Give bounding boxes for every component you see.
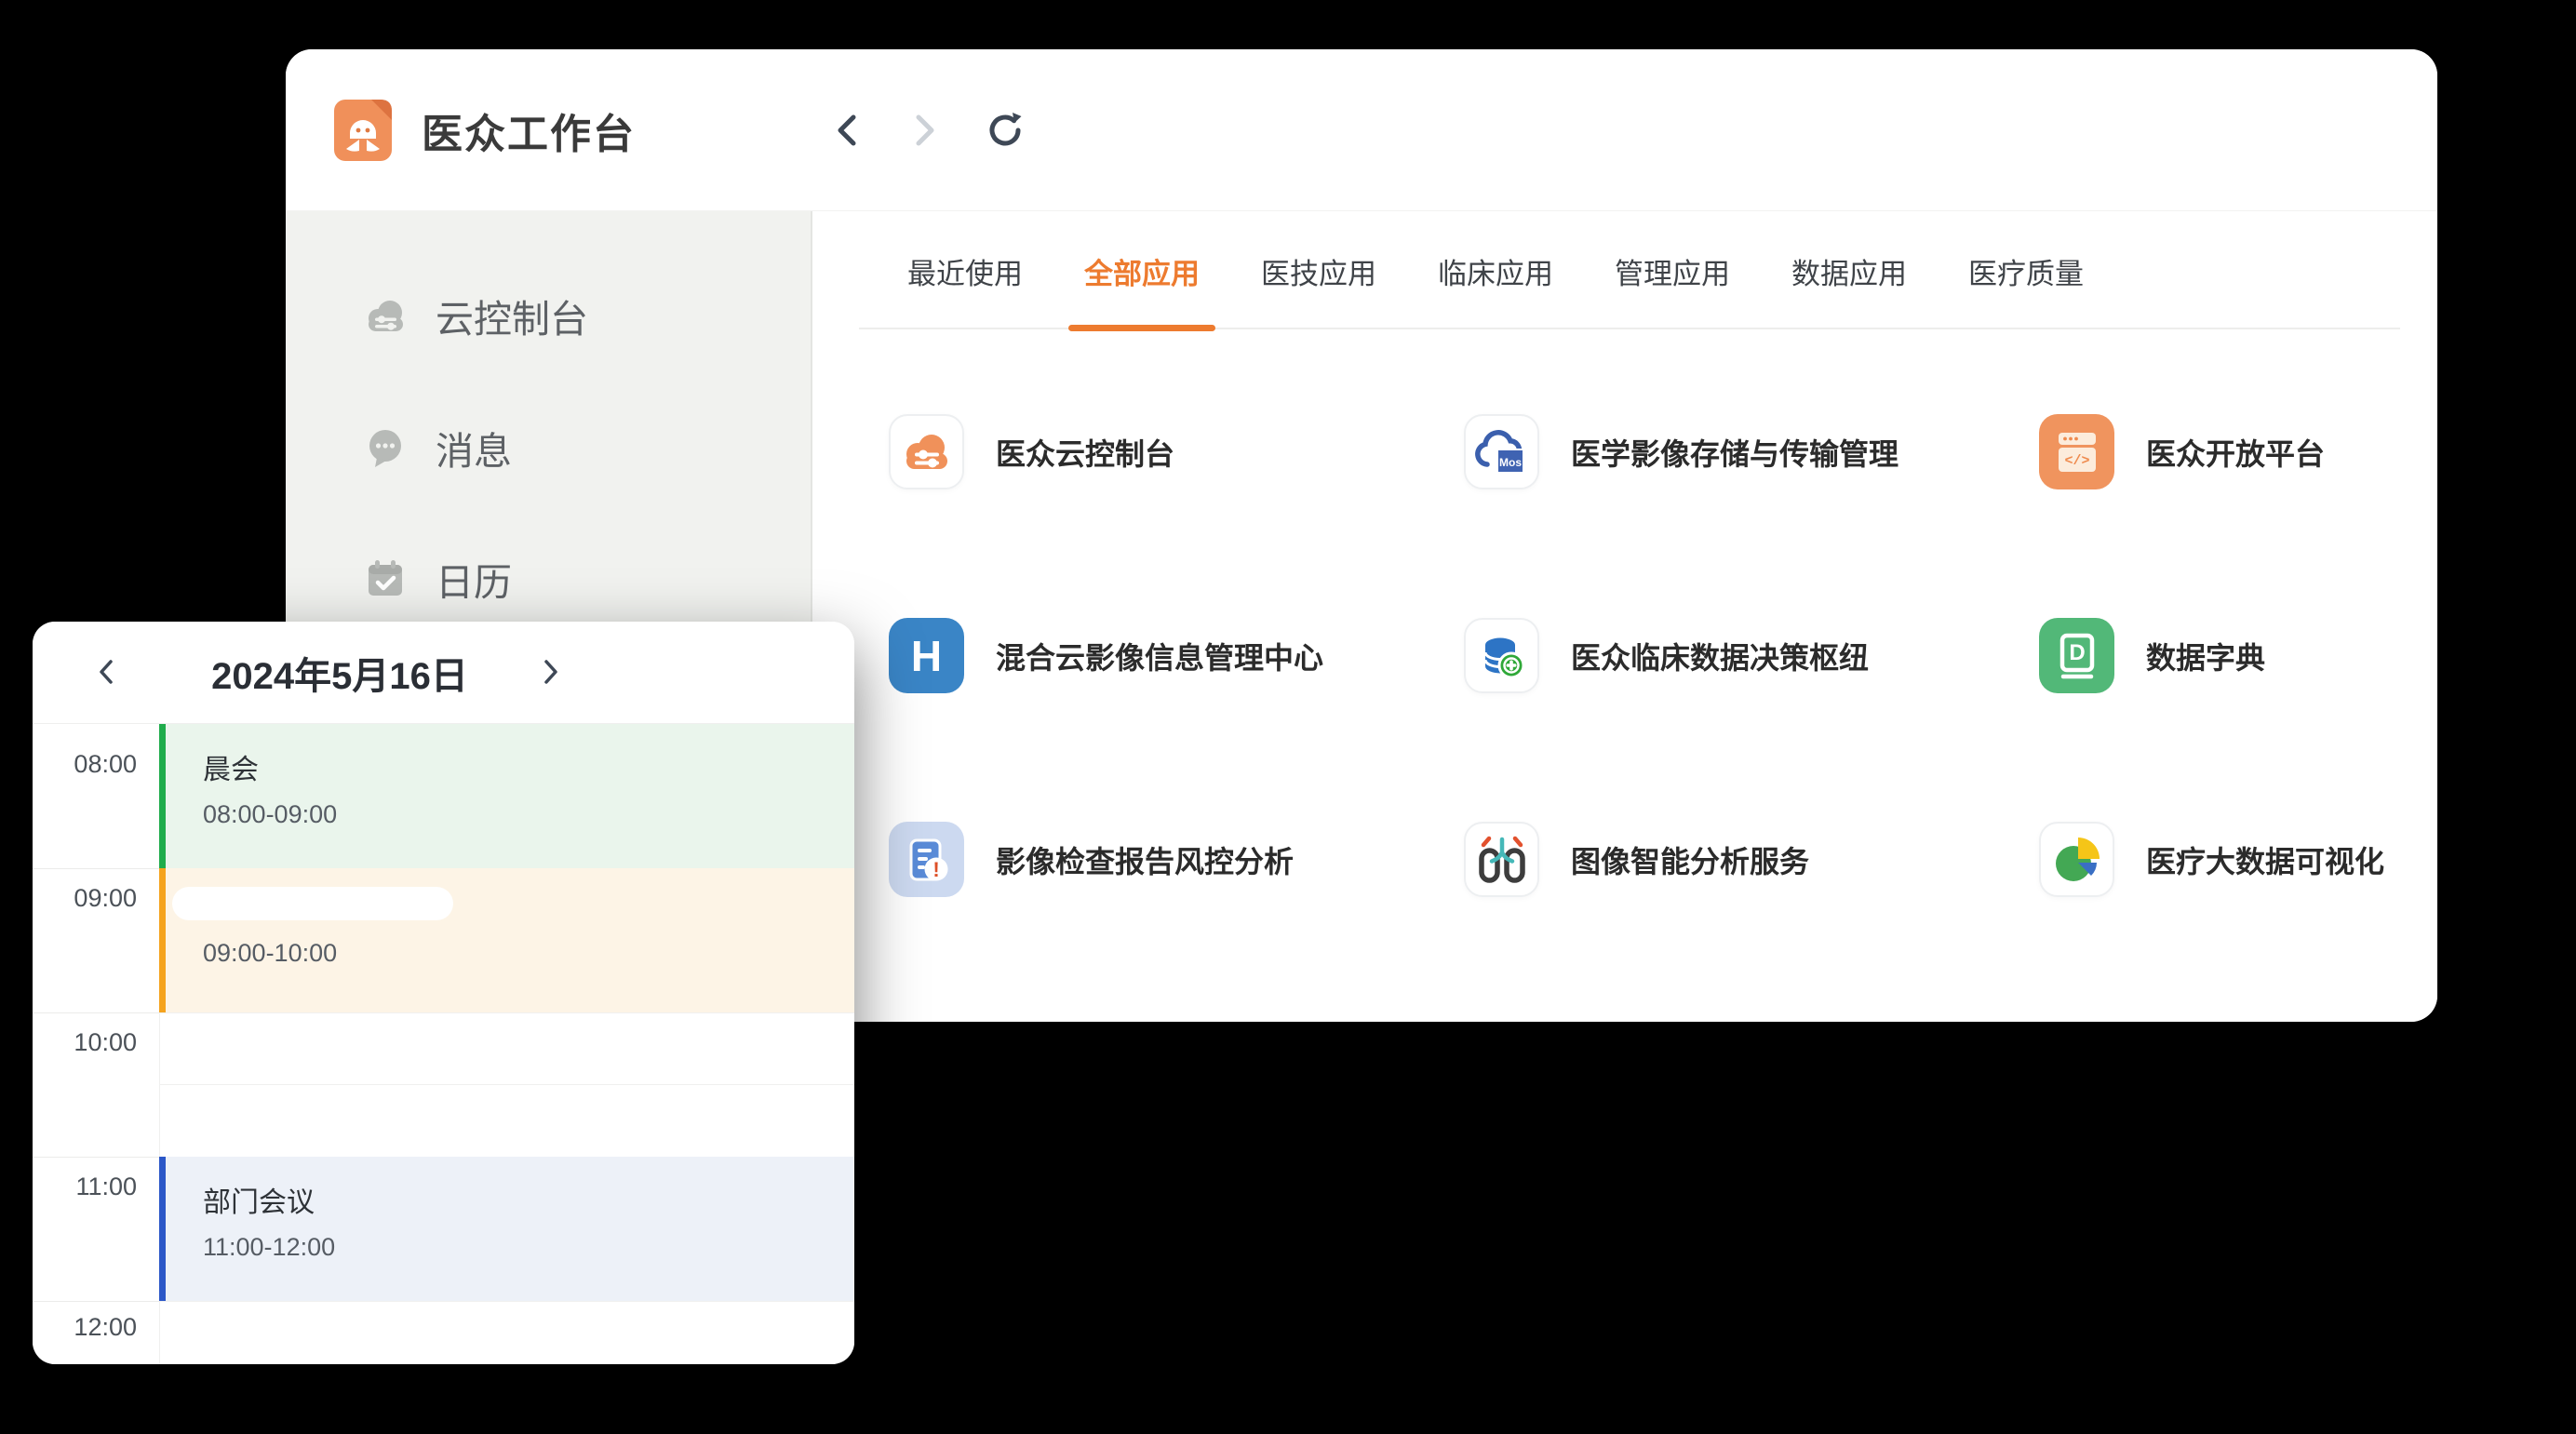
app-label: 医众云控制台 [996,431,1174,474]
app-data-dictionary[interactable]: D 数据字典 [2039,618,2384,693]
sidebar-item-label: 日历 [436,551,512,607]
calendar-check-icon [363,556,408,601]
cloud-storage-icon: Mos [1464,414,1539,489]
h-glyph: H [911,631,942,681]
app-image-ai-analysis[interactable]: 图像智能分析服务 [1464,822,2039,897]
hour-gridline [33,1157,159,1158]
pie-chart-icon [2039,822,2114,897]
app-label: 医众开放平台 [2146,431,2325,474]
app-logo-icon [334,100,392,161]
active-tab-underline [1068,325,1215,331]
calendar-event-morning-meeting[interactable]: 晨会 08:00-09:00 [159,724,854,868]
hour-label: 12:00 [33,1313,159,1342]
event-time: 11:00-12:00 [203,1233,854,1262]
code-window-icon: </> [2039,414,2114,489]
svg-text:</>: </> [2064,453,2089,469]
hour-label: 08:00 [33,750,159,779]
sidebar-item-cloud-console[interactable]: 云控制台 [363,287,588,344]
calendar-header: 2024年5月16日 [33,622,854,723]
event-title: 部门会议 [203,1179,854,1220]
calendar-next-button[interactable] [533,655,567,689]
app-label: 医众临床数据决策枢纽 [1571,635,1869,677]
app-label: 医疗大数据可视化 [2146,838,2384,881]
app-imaging-storage[interactable]: Mos 医学影像存储与传输管理 [1464,414,2039,489]
dictionary-book-icon: D [2039,618,2114,693]
tab-medical-quality[interactable]: 医疗质量 [1959,211,2093,331]
nav-forward-button[interactable] [902,109,945,152]
message-bubble-icon [363,425,408,470]
letter-h-icon: H [889,618,964,693]
hour-gridline [33,1012,159,1013]
hour-label: 11:00 [33,1173,159,1201]
hour-label: 09:00 [33,884,159,913]
app-grid: 医众云控制台 Mos 医学影像存储与传输管理 [889,414,2384,1022]
sidebar-item-messages[interactable]: 消息 [363,419,512,476]
app-label: 数据字典 [2146,635,2265,677]
tab-data-apps[interactable]: 数据应用 [1782,211,1916,331]
app-open-platform[interactable]: </> 医众开放平台 [2039,414,2384,489]
cloud-sliders-icon [363,293,408,338]
window-title: 医众工作台 [422,101,636,160]
svg-text:D: D [2069,640,2085,665]
sidebar-item-label: 消息 [436,420,512,476]
tab-recently-used[interactable]: 最近使用 [898,211,1032,331]
tab-medtech-apps[interactable]: 医技应用 [1252,211,1386,331]
calendar-panel: 2024年5月16日 08:00 09:00 10:00 11:00 12:00… [33,622,854,1364]
sidebar-item-label: 云控制台 [436,288,588,343]
calendar-event-department-meeting[interactable]: 部门会议 11:00-12:00 [159,1157,854,1301]
hour-gridline [159,1012,854,1013]
half-hour-gridline [159,1084,854,1085]
database-plus-icon [1464,618,1539,693]
hour-label: 10:00 [33,1028,159,1057]
event-title: 晨会 [203,746,854,787]
sidebar-item-calendar[interactable]: 日历 [363,550,512,608]
report-alert-icon: ! [889,822,964,897]
app-report-risk-analysis[interactable]: ! 影像检查报告风控分析 [889,822,1464,897]
app-label: 影像检查报告风控分析 [996,838,1294,881]
app-label: 混合云影像信息管理中心 [996,635,1323,677]
nav-back-button[interactable] [827,109,870,152]
cloud-sliders-icon [889,414,964,489]
calendar-day-grid: 08:00 09:00 10:00 11:00 12:00 晨会 08:00-0… [33,723,854,1364]
tab-label: 全部应用 [1084,250,1200,292]
event-time: 09:00-10:00 [203,939,854,968]
window-header: 医众工作台 [286,49,2437,210]
app-hybrid-imaging-center[interactable]: H 混合云影像信息管理中心 [889,618,1464,693]
content-area: 最近使用 全部应用 医技应用 临床应用 管理应用 数据应用 医疗质量 [812,211,2437,1022]
event-time: 08:00-09:00 [203,800,854,829]
tab-management-apps[interactable]: 管理应用 [1605,211,1739,331]
app-label: 医学影像存储与传输管理 [1571,431,1898,474]
redacted-event-title-pill [172,887,453,920]
tab-clinical-apps[interactable]: 临床应用 [1429,211,1563,331]
app-clinical-data-hub[interactable]: 医众临床数据决策枢纽 [1464,618,2039,693]
hour-gridline [33,1301,159,1302]
svg-text:Mos: Mos [1499,456,1522,469]
calendar-date-title: 2024年5月16日 [211,646,468,700]
app-cloud-console[interactable]: 医众云控制台 [889,414,1464,489]
hour-gridline [159,1301,854,1302]
tab-bar: 最近使用 全部应用 医技应用 临床应用 管理应用 数据应用 医疗质量 [898,211,2093,331]
nav-refresh-button[interactable] [984,109,1026,152]
app-bigdata-visualization[interactable]: 医疗大数据可视化 [2039,822,2384,897]
svg-text:!: ! [932,858,939,881]
lungs-icon [1464,822,1539,897]
calendar-event-redacted[interactable]: 09:00-10:00 [159,868,854,1012]
calendar-prev-button[interactable] [90,655,124,689]
hour-gridline [33,868,159,869]
tab-all-apps[interactable]: 全部应用 [1075,211,1209,331]
app-label: 图像智能分析服务 [1571,838,1809,881]
